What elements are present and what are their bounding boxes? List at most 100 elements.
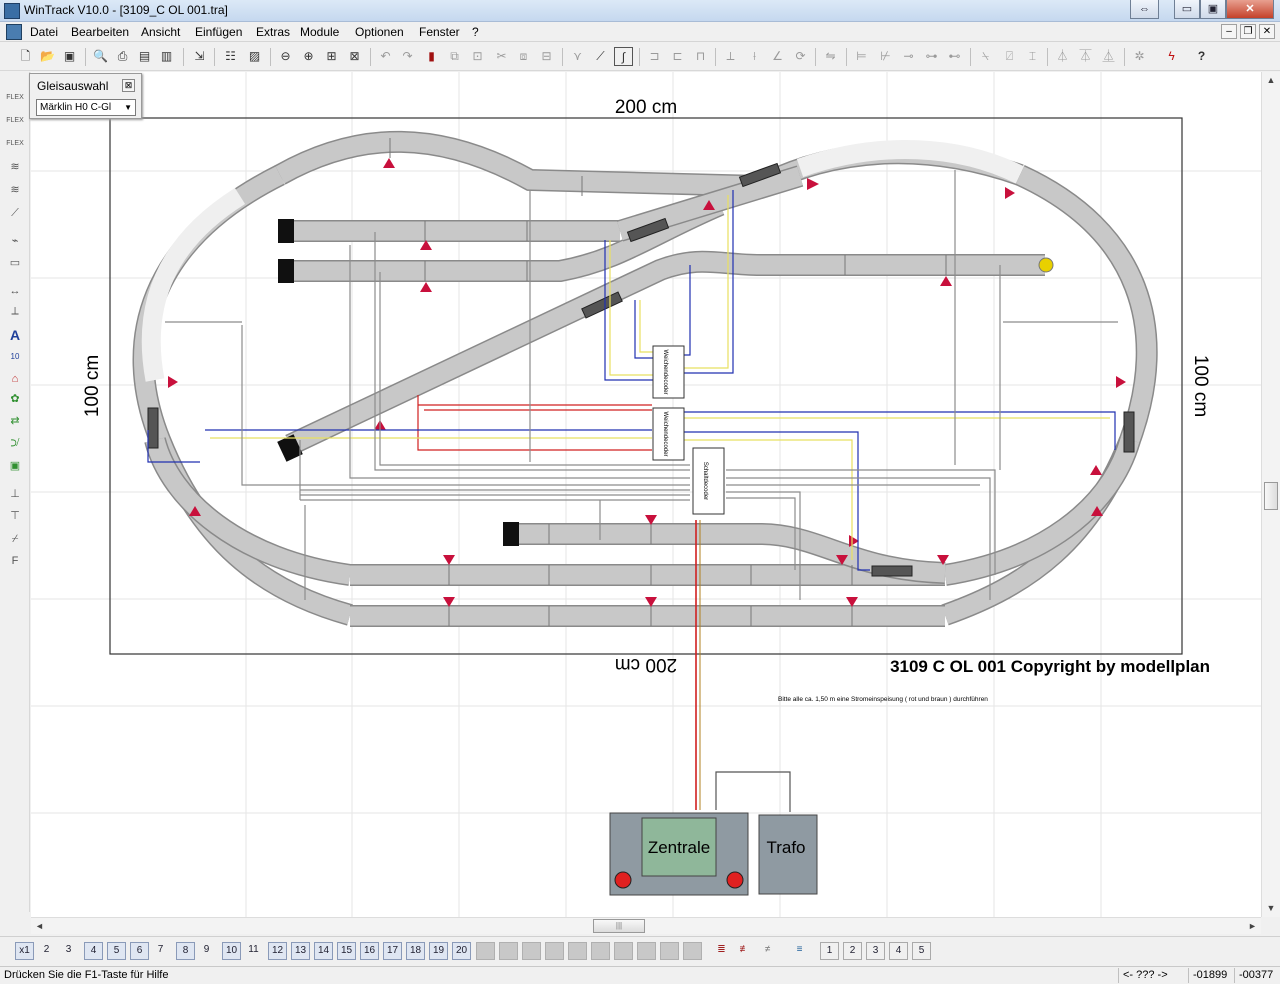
scroll-right-button[interactable]: ► [1244,918,1261,934]
layer-button-18[interactable]: 18 [406,942,425,960]
print-preview-icon[interactable]: 🔍 [91,47,110,66]
angle-icon[interactable]: ∠ [768,47,787,66]
layer-slot-25[interactable] [568,942,587,960]
track-inner-right[interactable] [943,437,1140,585]
cut-icon[interactable]: ✂ [492,47,511,66]
scroll-up-button[interactable]: ▲ [1262,72,1280,89]
slope-icon[interactable]: ⍁ [1000,47,1019,66]
redo-icon[interactable]: ↷ [398,47,417,66]
layer-button-4[interactable]: 4 [84,942,103,960]
catenary-mast-icon[interactable]: ⏄ [1076,47,1095,66]
catenary-icon[interactable]: ⏃ [1053,47,1072,66]
view-button-1[interactable]: 1 [820,942,839,960]
layer-button-5[interactable]: 5 [107,942,126,960]
terrain-icon[interactable]: ⇄ [5,412,25,430]
layer-button-3[interactable]: 3 [59,942,78,960]
tracks[interactable] [132,130,1158,627]
incline-icon[interactable]: ⌿ [5,530,25,548]
signal-icon[interactable]: ⟋ [591,47,610,66]
view-button-2[interactable]: 2 [843,942,862,960]
horizontal-scroll-thumb[interactable]: ||| [593,919,645,933]
menu-optionen[interactable]: Optionen [355,25,404,39]
scroll-left-button[interactable]: ◄ [31,918,48,934]
paste-special-icon[interactable]: ⊟ [537,47,556,66]
layer-edit-icon[interactable]: ≢ [735,942,754,960]
copy-icon[interactable]: ⧉ [445,47,464,66]
flex-track-icon[interactable]: FLEX [5,89,25,107]
transformer[interactable]: Trafo [758,814,818,895]
mdi-close-button[interactable]: ✕ [1259,24,1275,39]
open-folder-icon[interactable]: 📂 [38,47,57,66]
catenary-wire-icon[interactable]: ⏅ [1099,47,1118,66]
layer-button-1[interactable]: x1 [15,942,34,960]
view-button-3[interactable]: 3 [866,942,885,960]
layer-button-15[interactable]: 15 [337,942,356,960]
measure-icon[interactable]: ⟂ [721,47,740,66]
clipboard-icon[interactable]: ⧈ [514,47,533,66]
layer-button-17[interactable]: 17 [383,942,402,960]
track-curve-icon[interactable]: ≋ [5,181,25,199]
menu-module[interactable]: Module [300,25,339,39]
menu-ansicht[interactable]: Ansicht [141,25,180,39]
track-inner-left[interactable] [145,437,352,585]
menu-help[interactable]: ? [472,25,479,39]
panel-close-button[interactable]: ⊠ [122,79,135,92]
undo-icon[interactable]: ↶ [376,47,395,66]
line-icon[interactable]: ⟂ [5,302,25,320]
layer-stack-icon[interactable]: ≣ [712,942,731,960]
minimize-button[interactable]: ▭ [1174,0,1200,19]
rotate-icon[interactable]: ⟳ [791,47,810,66]
layer-button-11[interactable]: 11 [244,942,263,960]
vertical-scrollbar[interactable]: ▲ ▼ [1261,72,1280,917]
delete-icon[interactable]: ▮ [422,47,441,66]
vertical-scroll-thumb[interactable] [1264,482,1278,510]
print-icon[interactable]: ⎙ [113,47,132,66]
layer-slot-30[interactable] [683,942,702,960]
zoom-out-icon[interactable]: ⊖ [276,47,295,66]
layer-button-8[interactable]: 8 [176,942,195,960]
flex-track-3-icon[interactable]: FLEX [5,135,25,153]
layer-slot-21[interactable] [476,942,495,960]
tunnel-icon[interactable]: ⊷ [945,47,964,66]
power-icon[interactable]: ϟ [1162,47,1181,66]
layer-button-7[interactable]: 7 [151,942,170,960]
mdi-minimize-button[interactable]: – [1221,24,1237,39]
track-system-select[interactable]: Märklin H0 C-Gl ▼ [36,99,136,116]
ungroup-icon[interactable]: ⊏ [668,47,687,66]
settings-icon[interactable]: ✲ [1130,47,1149,66]
number-icon[interactable]: 10 [5,348,25,366]
diagonal-track-icon[interactable]: ⟋ [5,204,25,222]
height-icon[interactable]: ⟊ [745,47,764,66]
page-setup-icon[interactable]: ▤ [135,47,154,66]
text-icon[interactable]: A [5,326,25,344]
menu-fenster[interactable]: Fenster [419,25,460,39]
view-button-4[interactable]: 4 [889,942,908,960]
zoom-in-icon[interactable]: ⊕ [299,47,318,66]
dimension-icon[interactable]: ↔ [5,282,25,300]
export-icon[interactable]: ⇲ [190,47,209,66]
parts-list-icon[interactable]: ☷ [221,47,240,66]
pillar-icon[interactable]: ⊤ [5,507,25,525]
close-button[interactable]: ✕ [1226,0,1274,19]
ramp-icon[interactable]: ⍀ [976,47,995,66]
menu-bearbeiten[interactable]: Bearbeiten [71,25,129,39]
scroll-down-button[interactable]: ▼ [1262,900,1280,917]
print-setup-icon[interactable]: ▥ [157,47,176,66]
layer-slot-29[interactable] [660,942,679,960]
layer-slot-26[interactable] [591,942,610,960]
rectangle-icon[interactable]: ▭ [5,254,25,272]
drawing-canvas[interactable]: 200 cm 200 cm 100 cm 100 cm Weichendecod… [31,72,1261,917]
image-icon[interactable]: ▨ [245,47,264,66]
landscape-icon[interactable]: ⟉ [5,434,25,452]
flex-track-2-icon[interactable]: FLEX [5,112,25,130]
menu-einfuegen[interactable]: Einfügen [195,25,242,39]
save-icon[interactable]: ▣ [60,47,79,66]
layer-slot-22[interactable] [499,942,518,960]
restore-window-button[interactable]: ⇔ [1130,0,1159,19]
layer-button-10[interactable]: 10 [222,942,241,960]
document-icon[interactable] [6,24,22,40]
layer-button-13[interactable]: 13 [291,942,310,960]
layer-button-12[interactable]: 12 [268,942,287,960]
height-marker-icon[interactable]: ⊥ [5,485,25,503]
layer-button-6[interactable]: 6 [130,942,149,960]
